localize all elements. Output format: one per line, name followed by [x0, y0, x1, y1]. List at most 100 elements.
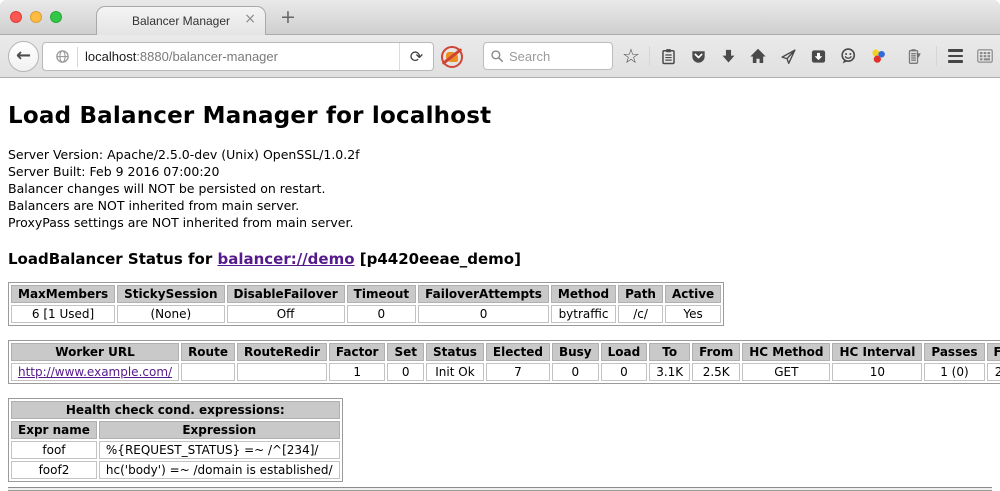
table-cell: (None) [117, 305, 224, 323]
table-row: foof2hc('body') =~ /domain is establishe… [11, 461, 340, 479]
urlbar-divider [77, 47, 78, 67]
column-header: Expression [99, 421, 340, 439]
table-cell: http://www.example.com/ [11, 363, 179, 381]
column-header: Method [551, 285, 616, 303]
column-header: Factor [329, 343, 386, 361]
table-cell: 0 [347, 305, 416, 323]
menu-button[interactable] [945, 46, 965, 66]
new-tab-button[interactable]: + [280, 8, 296, 27]
table-row: foof%{REQUEST_STATUS} =~ /^[234]/ [11, 441, 340, 459]
zoom-window-button[interactable] [50, 11, 62, 23]
dark-download-icon [810, 48, 827, 65]
search-input[interactable] [509, 49, 599, 64]
table-cell: foof [11, 441, 97, 459]
server-built-line: Server Built: Feb 9 2016 07:00:20 [8, 163, 992, 180]
table-cell: 0 [418, 305, 549, 323]
column-header: Timeout [347, 285, 416, 303]
table-row: http://www.example.com/ 10Init Ok7003.1K… [11, 363, 1000, 381]
column-header: Worker URL [11, 343, 179, 361]
flashblock-extension-button[interactable] [441, 46, 463, 68]
bookmarks-menu-button[interactable] [658, 46, 678, 66]
reload-icon: ⟳ [410, 47, 423, 66]
worker-status-table: Worker URLRouteRouteRedirFactorSetStatus… [8, 340, 1000, 384]
tab-balancer-manager[interactable]: Balancer Manager × [96, 6, 266, 35]
download-manager-button[interactable] [808, 46, 828, 66]
table-cell: Off [227, 305, 345, 323]
column-header: HC Method [742, 343, 830, 361]
close-tab-icon[interactable]: × [244, 12, 256, 26]
column-header: Active [665, 285, 721, 303]
column-header: Passes [924, 343, 984, 361]
column-header: From [692, 343, 740, 361]
table-cell: 1 [329, 363, 386, 381]
column-header: FailoverAttempts [418, 285, 549, 303]
colored-dots-icon [869, 47, 887, 65]
table-cell: hc('body') =~ /domain is established/ [99, 461, 340, 479]
server-info: Server Version: Apache/2.5.0-dev (Unix) … [8, 146, 992, 231]
traffic-lights [10, 11, 62, 23]
notes-extension-button[interactable]: ▾ [898, 46, 928, 66]
table-cell: /c/ [618, 305, 663, 323]
column-header: Status [426, 343, 484, 361]
url-host: localhost [85, 49, 136, 64]
chat-extension-button[interactable] [838, 46, 858, 66]
column-header: StickySession [117, 285, 224, 303]
table-cell: GET [742, 363, 830, 381]
column-header: Busy [552, 343, 599, 361]
back-button[interactable]: ← [8, 41, 39, 72]
minimize-window-button[interactable] [30, 11, 42, 23]
worker-url-link[interactable]: http://www.example.com/ [18, 365, 172, 379]
table-cell: 0 [387, 363, 424, 381]
home-button[interactable] [748, 46, 768, 66]
toolbar-icons: ☆ [621, 35, 995, 77]
smiley-chat-icon [839, 47, 857, 65]
search-box[interactable] [483, 42, 613, 70]
heading-suffix: [p4420eeae_demo] [355, 250, 521, 268]
server-version-line: Server Version: Apache/2.5.0-dev (Unix) … [8, 146, 992, 163]
table-cell: 6 [1 Used] [11, 305, 115, 323]
table-title: Health check cond. expressions: [11, 401, 340, 419]
browser-window: Balancer Manager × + ← localhost:8880/ba… [0, 0, 1000, 491]
table-cell: 1 (0) [924, 363, 984, 381]
balancer-demo-link[interactable]: balancer://demo [217, 250, 354, 268]
column-header: Route [181, 343, 235, 361]
column-header: Load [601, 343, 648, 361]
downloads-button[interactable] [718, 46, 738, 66]
table-cell: 2.5K [692, 363, 740, 381]
table-cell: 7 [486, 363, 550, 381]
column-header: RouteRedir [237, 343, 327, 361]
grid-icon [976, 47, 994, 65]
tab-title: Balancer Manager [132, 14, 230, 28]
column-header: Fails [987, 343, 1000, 361]
column-header: Set [387, 343, 424, 361]
navigation-toolbar: ← localhost:8880/balancer-manager ⟳ [0, 35, 1000, 78]
reload-button[interactable]: ⟳ [399, 43, 433, 70]
tiles-extension-button[interactable] [975, 46, 995, 66]
table-cell: bytraffic [551, 305, 616, 323]
table-cell: foof2 [11, 461, 97, 479]
column-header: HC Interval [832, 343, 922, 361]
table-cell: %{REQUEST_STATUS} =~ /^[234]/ [99, 441, 340, 459]
table-cell: 0 [552, 363, 599, 381]
toolbar-divider [649, 46, 650, 66]
page-title: Load Balancer Manager for localhost [8, 103, 992, 129]
health-check-table: Health check cond. expressions:Expr name… [8, 398, 343, 482]
bookmark-star-button[interactable]: ☆ [621, 46, 641, 66]
globe-icon [55, 49, 70, 64]
colored-dots-extension-button[interactable] [868, 46, 888, 66]
balancer-status-heading: LoadBalancer Status for balancer://demo … [8, 250, 992, 268]
url-text[interactable]: localhost:8880/balancer-manager [85, 49, 399, 64]
table-cell: Init Ok [426, 363, 484, 381]
home-icon [749, 47, 767, 65]
close-window-button[interactable] [10, 11, 22, 23]
download-arrow-icon [720, 48, 737, 65]
hamburger-menu-icon [948, 49, 963, 63]
column-header: MaxMembers [11, 285, 115, 303]
url-path: :8880/balancer-manager [136, 49, 278, 64]
table-cell: 0 [601, 363, 648, 381]
heading-prefix: LoadBalancer Status for [8, 250, 217, 268]
table-row: 6 [1 Used](None)Off00bytraffic/c/Yes [11, 305, 721, 323]
send-tab-button[interactable] [778, 46, 798, 66]
pocket-button[interactable] [688, 46, 708, 66]
url-bar[interactable]: localhost:8880/balancer-manager ⟳ [42, 42, 434, 71]
